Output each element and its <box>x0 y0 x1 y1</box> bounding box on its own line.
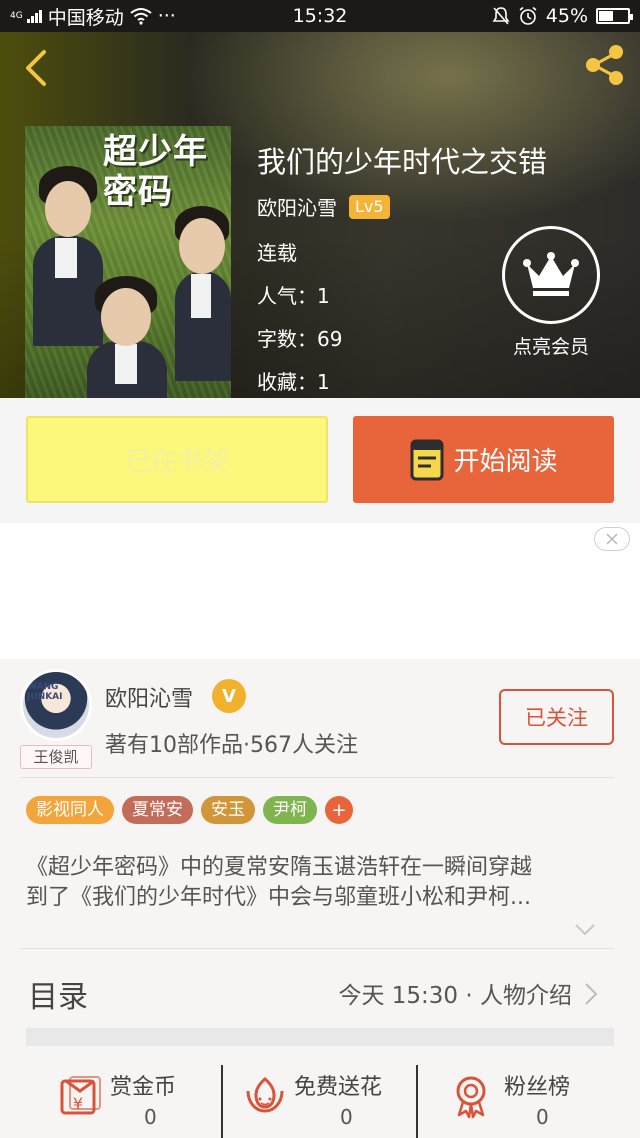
book-description[interactable]: 《超少年密码》中的夏常安隋玉谌浩轩在一瞬间穿越 到了《我们的少年时代》中会与邬童… <box>26 853 616 913</box>
free-flower-label: 免费送花 <box>294 1075 383 1100</box>
back-arrow-icon[interactable] <box>16 46 56 90</box>
book-favorites: 收藏：1 <box>257 370 330 394</box>
author-card: WANG JUNKAI 王俊凯 欧阳沁雪 V 著有10部作品·567人关注 已关… <box>0 659 640 1138</box>
action-bar: 已在书架 开始阅读 <box>0 398 640 523</box>
description-line-1: 《超少年密码》中的夏常安隋玉谌浩轩在一瞬间穿越 <box>26 855 533 880</box>
fan-ranking-button[interactable]: 粉丝榜 0 <box>448 1059 598 1138</box>
book-cover-image[interactable]: 超少年密码 <box>25 126 231 398</box>
share-icon[interactable] <box>582 42 628 88</box>
free-flower-button[interactable]: 免费送花 0 <box>242 1059 412 1138</box>
book-popularity: 人气：1 <box>257 284 330 308</box>
table-of-contents-row[interactable]: 目录 今天 15:30 · 人物介绍 <box>26 964 616 1020</box>
vip-button[interactable]: 点亮会员 <box>501 226 601 359</box>
start-reading-label: 开始阅读 <box>453 447 558 477</box>
battery-percent: 45% <box>545 5 588 27</box>
tag-list: 影视同人 夏常安 安玉 尹柯 + <box>26 796 353 824</box>
alarm-icon <box>519 6 537 25</box>
more-status-indicator: ··· <box>157 5 176 27</box>
mute-bell-icon <box>492 7 510 25</box>
add-tag-button[interactable]: + <box>325 796 353 824</box>
book-header: 超少年密码 我们的少年时代之交错 欧阳沁雪 Lv5 连载 人气：1 字数：69 … <box>0 32 640 398</box>
tag-3[interactable]: 尹柯 <box>263 796 317 824</box>
book-word-count: 字数：69 <box>257 327 343 351</box>
vip-label: 点亮会员 <box>512 336 589 358</box>
svg-text:¥: ¥ <box>73 1094 83 1113</box>
chevron-right-icon <box>585 983 598 1005</box>
close-ad-icon[interactable] <box>594 527 630 551</box>
fan-ranking-count: 0 <box>536 1105 549 1129</box>
reward-coin-count: 0 <box>144 1105 157 1129</box>
crown-icon <box>502 226 600 324</box>
free-flower-count: 0 <box>340 1105 353 1129</box>
network-type-label: 4G <box>10 10 23 21</box>
cover-title-text: 超少年密码 <box>103 132 208 212</box>
latest-chapter-info: 今天 15:30 · 人物介绍 <box>338 983 572 1009</box>
signal-icon <box>26 9 42 23</box>
status-bar: 4G 中国移动 ··· 15:32 45% <box>0 0 640 32</box>
flower-icon <box>246 1077 284 1113</box>
divider <box>20 948 614 949</box>
separator <box>221 1065 223 1138</box>
on-shelf-button[interactable]: 已在书架 <box>26 416 328 503</box>
wifi-icon <box>130 8 152 25</box>
fan-ranking-label: 粉丝榜 <box>504 1075 571 1100</box>
medal-icon <box>456 1076 486 1119</box>
reward-coin-icon: ¥ <box>60 1076 101 1115</box>
tag-1[interactable]: 夏常安 <box>122 796 193 824</box>
book-status: 连载 <box>257 241 297 265</box>
toc-label: 目录 <box>28 980 88 1015</box>
divider <box>20 777 614 778</box>
tag-2[interactable]: 安玉 <box>201 796 255 824</box>
section-separator <box>26 1028 614 1046</box>
book-title: 我们的少年时代之交错 <box>257 145 548 179</box>
reward-coin-button[interactable]: ¥ 赏金币 0 <box>58 1059 218 1138</box>
follow-button[interactable]: 已关注 <box>499 689 614 745</box>
ad-banner <box>0 523 640 659</box>
author-stats: 著有10部作品·567人关注 <box>105 733 358 758</box>
description-line-2: 到了《我们的少年时代》中会与邬童班小松和尹柯... <box>26 885 531 910</box>
chevron-down-icon[interactable] <box>574 923 596 937</box>
author-avatar[interactable]: WANG JUNKAI <box>20 669 92 741</box>
battery-icon <box>596 8 633 24</box>
avatar-tag: 王俊凯 <box>20 745 92 769</box>
carrier-name: 中国移动 <box>47 6 124 29</box>
tag-0[interactable]: 影视同人 <box>26 796 114 824</box>
author-level-badge: Lv5 <box>349 194 390 219</box>
book-icon <box>410 439 444 480</box>
verified-badge-icon: V <box>212 679 246 713</box>
separator <box>416 1065 418 1138</box>
avatar-text: WANG JUNKAI <box>27 682 63 702</box>
author-name[interactable]: 欧阳沁雪 <box>105 681 193 713</box>
bottom-actions: ¥ 赏金币 0 免费送花 0 粉丝榜 0 <box>0 1059 640 1138</box>
start-reading-button[interactable]: 开始阅读 <box>353 416 614 503</box>
reward-coin-label: 赏金币 <box>110 1075 177 1100</box>
book-author-name[interactable]: 欧阳沁雪 <box>257 192 337 221</box>
